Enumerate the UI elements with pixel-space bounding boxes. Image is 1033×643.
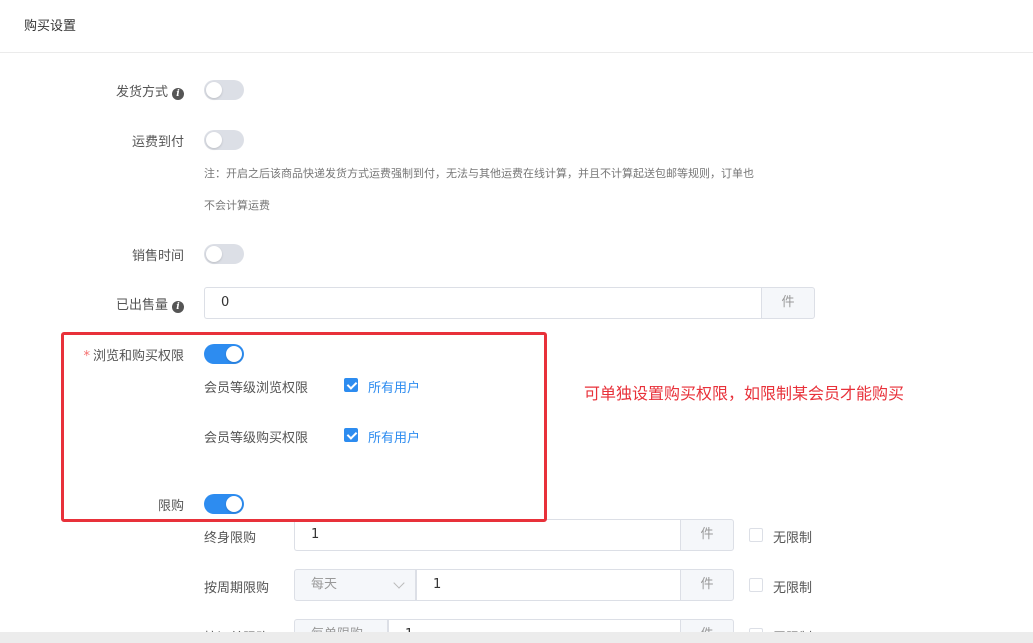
sold-count-label-text: 已出售量 [115,298,168,313]
toggle-knob [206,246,222,262]
info-icon[interactable]: i [172,301,184,313]
period-select[interactable]: 每天 [294,569,416,601]
lifetime-limit-unit: 件 [680,519,734,551]
toggle-knob [226,346,242,362]
browse-permission-label: 会员等级浏览权限 [204,381,309,396]
info-icon[interactable]: i [172,88,184,100]
toggle-knob [226,496,242,512]
limit-label: 限购 [157,499,184,514]
lifetime-unlimited-checkbox[interactable] [749,528,763,542]
period-unlimited-checkbox[interactable] [749,578,763,592]
freight-cod-label: 运费到付 [131,135,184,150]
page-bottom-strip [0,632,1033,643]
lifetime-limit-label: 终身限购 [204,531,257,546]
permission-toggle[interactable] [204,344,244,364]
delivery-label: 发货方式 i [116,81,184,100]
limit-toggle[interactable] [204,494,244,514]
freight-cod-note-line2: 不会计算运费 [204,199,270,212]
card-title: 购买设置 [24,19,77,34]
chevron-down-icon [393,577,405,589]
period-limit-unit: 件 [680,569,734,601]
permission-label: * 浏览和购买权限 [83,345,184,364]
period-limit-label: 按周期限购 [204,581,270,596]
period-select-value: 每天 [311,577,338,592]
browse-all-users-checkbox[interactable] [344,378,358,392]
freight-cod-note-line1: 注：开启之后该商品快递发货方式运费强制到付，无法与其他运费在线计算，并且不计算起… [204,167,754,180]
required-mark: * [83,349,90,364]
period-limit-input-group: 1 件 [416,569,734,601]
sale-time-label: 销售时间 [131,249,184,264]
sold-count-input[interactable]: 0 [204,287,761,319]
sold-count-label: 已出售量 i [116,294,184,313]
period-limit-input[interactable]: 1 [416,569,680,601]
browse-all-users-label[interactable]: 所有用户 [368,377,420,396]
toggle-knob [206,132,222,148]
buy-permission-label: 会员等级购买权限 [204,431,309,446]
purchase-settings-card: 购买设置 发货方式 i 运费到付 注：开启之后该商品快递发货方式运费强制到付，无法… [0,0,1033,643]
sold-count-unit: 件 [761,287,815,319]
sold-count-input-group: 0 件 [204,287,815,319]
freight-cod-toggle[interactable] [204,130,244,150]
lifetime-limit-input[interactable]: 1 [294,519,680,551]
period-unlimited-label[interactable]: 无限制 [773,577,812,596]
lifetime-limit-input-group: 1 件 [294,519,734,551]
lifetime-unlimited-label[interactable]: 无限制 [773,527,812,546]
delivery-label-text: 发货方式 [115,85,168,100]
card-header: 购买设置 [0,0,1033,53]
delivery-toggle[interactable] [204,80,244,100]
toggle-knob [206,82,222,98]
buy-all-users-label[interactable]: 所有用户 [368,427,420,446]
buy-all-users-checkbox[interactable] [344,428,358,442]
annotation-text: 可单独设置购买权限，如限制某会员才能购买 [584,384,905,403]
permission-label-text: 浏览和购买权限 [92,349,184,364]
sale-time-toggle[interactable] [204,244,244,264]
